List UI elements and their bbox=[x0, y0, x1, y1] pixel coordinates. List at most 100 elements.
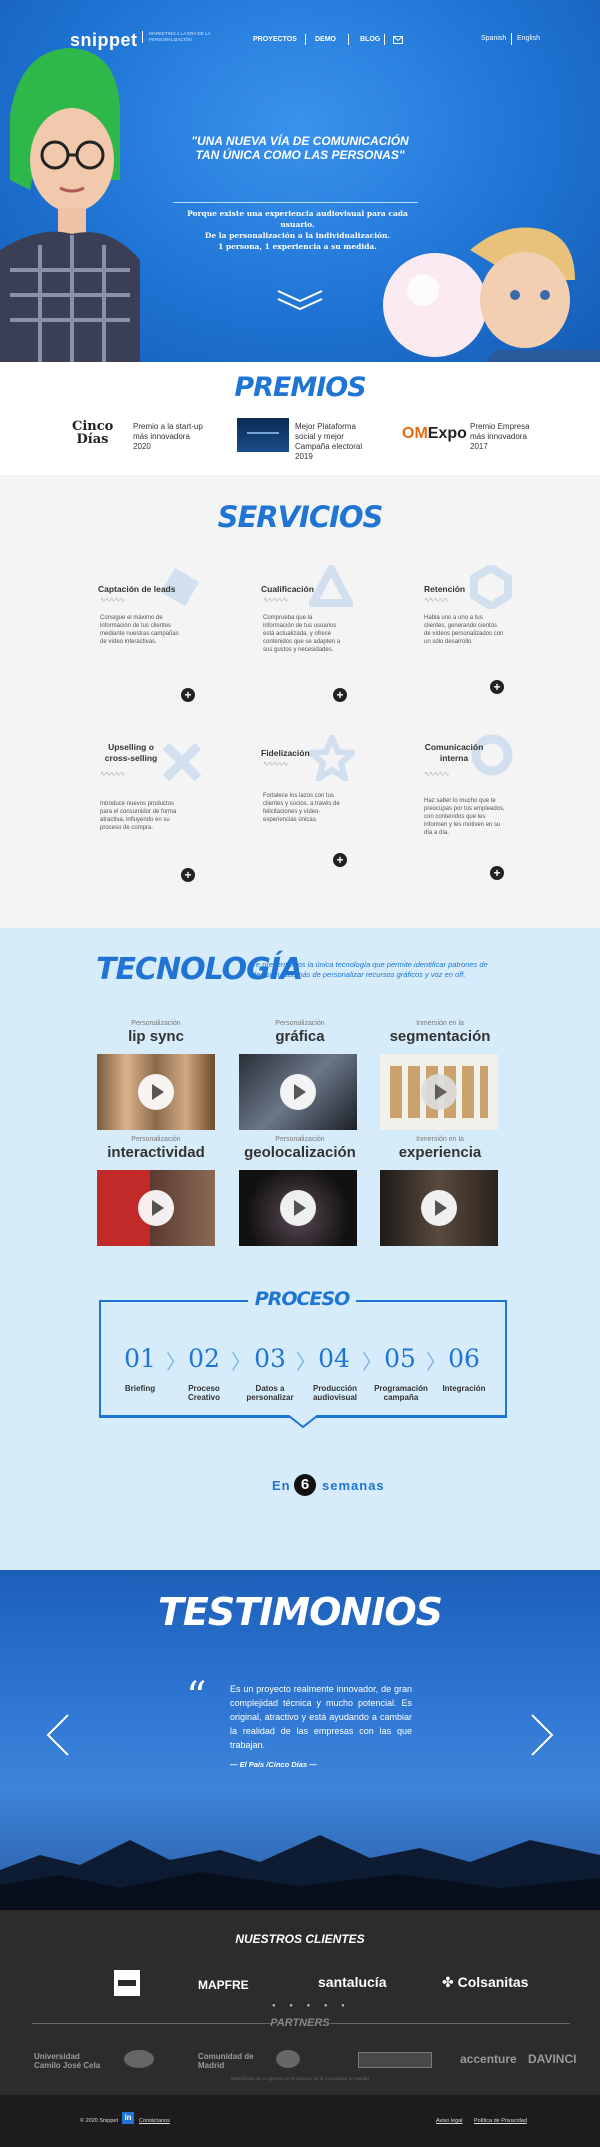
service-title: Upselling o cross-selling bbox=[104, 742, 158, 763]
partners-note: Beneficiario de la Agencia de Innovación… bbox=[231, 2076, 369, 2081]
partner-logo bbox=[124, 2050, 154, 2068]
wave-divider: ∿∿∿∿∿ bbox=[100, 597, 125, 604]
video-thumbnail[interactable] bbox=[380, 1170, 498, 1246]
weeks-suffix: semanas bbox=[322, 1478, 385, 1493]
hero-subtitle: Porque existe una experiencia audiovisua… bbox=[170, 208, 425, 252]
step-label: Briefing bbox=[124, 1384, 156, 1393]
mail-icon[interactable] bbox=[393, 36, 403, 44]
footer-link-legal[interactable]: Aviso legal bbox=[436, 2118, 463, 2124]
video-name: geolocalización bbox=[244, 1144, 356, 1161]
testimonios-title: TESTIMONIOS bbox=[157, 1590, 443, 1634]
plus-icon[interactable]: + bbox=[333, 688, 347, 702]
arrow-left-icon[interactable] bbox=[46, 1713, 70, 1757]
plus-icon[interactable]: + bbox=[490, 680, 504, 694]
video-thumbnail[interactable] bbox=[97, 1054, 215, 1130]
nav-demo[interactable]: DEMO bbox=[315, 36, 336, 43]
plus-icon[interactable]: + bbox=[181, 688, 195, 702]
tecnologia-description: Te presentamos la única tecnología que p… bbox=[252, 960, 488, 979]
proceso-box-pointer bbox=[99, 1415, 507, 1429]
step-number: 03 bbox=[254, 1344, 286, 1373]
hexagon-icon bbox=[470, 565, 512, 609]
client-logo-elcorteingles bbox=[114, 1970, 140, 1996]
weeks-number: 6 bbox=[294, 1474, 316, 1496]
carousel-dots[interactable]: ● ● ● ● ● bbox=[272, 2003, 351, 2009]
service-title: Retención bbox=[424, 584, 466, 594]
arrow-right-icon[interactable] bbox=[530, 1713, 554, 1757]
partners-title: PARTNERS bbox=[270, 2017, 330, 2029]
wave-divider: ∿∿∿∿∿ bbox=[263, 597, 288, 604]
step-label: Integración bbox=[442, 1384, 486, 1393]
play-icon[interactable] bbox=[421, 1190, 457, 1226]
servicios-title: SERVICIOS bbox=[217, 500, 384, 534]
partner-logo-accenture: accenture bbox=[460, 2052, 517, 2066]
award-text: Premio a la start-up más innovadora 2020 bbox=[133, 422, 203, 451]
play-icon[interactable] bbox=[421, 1074, 457, 1110]
partner-logo-comunidad: Comunidad de Madrid bbox=[198, 2052, 254, 2070]
step-label: Proceso Creativo bbox=[187, 1384, 220, 1402]
logo-tagline: MARKETING A LA ERA DE LA PERSONALIZACIÓN bbox=[142, 31, 212, 43]
girl-photo bbox=[0, 48, 140, 362]
nav-proyectos[interactable]: PROYECTOS bbox=[253, 36, 297, 43]
footer-link-privacy[interactable]: Política de Privacidad bbox=[474, 2118, 527, 2124]
video-name: experiencia bbox=[398, 1144, 482, 1161]
video-kicker: Inmersión en la bbox=[416, 1136, 464, 1143]
video-thumbnail[interactable] bbox=[97, 1170, 215, 1246]
video-name: interactividad bbox=[107, 1144, 205, 1161]
play-icon[interactable] bbox=[280, 1190, 316, 1226]
logo[interactable]: snippet bbox=[70, 30, 138, 51]
mountains-silhouette bbox=[0, 1835, 600, 1910]
premios-title: PREMIOS bbox=[234, 372, 366, 403]
video-name: gráfica bbox=[275, 1028, 325, 1045]
plus-icon[interactable]: + bbox=[181, 868, 195, 882]
plus-icon[interactable]: + bbox=[333, 853, 347, 867]
step-label: Datos a personalizar bbox=[246, 1384, 294, 1402]
linkedin-icon[interactable]: in bbox=[122, 2112, 134, 2124]
clientes-title: NUESTROS CLIENTES bbox=[235, 1932, 365, 1946]
award-logo-platform bbox=[237, 418, 289, 452]
proceso-title: PROCESO bbox=[254, 1288, 350, 1310]
play-icon[interactable] bbox=[138, 1074, 174, 1110]
hero-subtitle-line: Porque existe una experiencia audiovisua… bbox=[187, 209, 408, 229]
video-thumbnail[interactable] bbox=[239, 1170, 357, 1246]
service-title: Fidelización bbox=[261, 748, 310, 758]
partner-logo-ucjc: Universidad Camilo José Cela bbox=[34, 2052, 101, 2070]
award-logo-omexpo: OMExpo bbox=[402, 425, 467, 442]
step-label: Producción audiovisual bbox=[312, 1384, 357, 1402]
star-icon bbox=[309, 735, 355, 781]
wave-divider: ∿∿∿∿∿ bbox=[100, 771, 125, 778]
plus-icon[interactable]: + bbox=[490, 866, 504, 880]
award-text: Mejor Plataforma social y mejor Campaña … bbox=[295, 422, 363, 461]
video-thumbnail[interactable] bbox=[239, 1054, 357, 1130]
award-logo-cincodias: Cinco Días bbox=[72, 419, 114, 447]
partner-logo-davinci: DAVINCI bbox=[528, 2052, 577, 2066]
chevron-down-icon[interactable] bbox=[277, 288, 323, 312]
weeks-prefix: En bbox=[272, 1478, 291, 1493]
video-kicker: Personalización bbox=[131, 1020, 181, 1027]
step-number: 05 bbox=[384, 1344, 416, 1373]
service-desc: Fortalece los lazos con tus clientes y s… bbox=[263, 793, 340, 823]
service-title: Cualificación bbox=[261, 584, 314, 594]
quote-mark-icon: “ bbox=[186, 1674, 207, 1720]
cross-icon bbox=[162, 742, 202, 782]
client-logo-santalucia: santalucía bbox=[318, 1974, 387, 1990]
wave-divider: ∿∿∿∿∿ bbox=[424, 597, 449, 604]
lang-english[interactable]: English bbox=[517, 35, 540, 42]
video-thumbnail[interactable] bbox=[380, 1054, 498, 1130]
hero-subtitle-line: 1 persona, 1 experiencia a su medida. bbox=[218, 242, 377, 251]
service-title: Captación de leads bbox=[98, 584, 176, 594]
wave-divider: ∿∿∿∿∿ bbox=[424, 771, 449, 778]
service-desc: Habla uno a uno a tus clientes, generand… bbox=[424, 615, 504, 645]
video-name: segmentación bbox=[389, 1028, 491, 1045]
wave-divider: ∿∿∿∿∿ bbox=[263, 761, 288, 768]
play-icon[interactable] bbox=[280, 1074, 316, 1110]
hero-quote: "UNA NUEVA VÍA DE COMUNICACIÓN TAN ÚNICA… bbox=[191, 134, 409, 162]
testimonial-quote: Es un proyecto realmente innovador, de g… bbox=[230, 1684, 412, 1750]
hero-section: snippet MARKETING A LA ERA DE LA PERSONA… bbox=[0, 0, 600, 362]
hero-subtitle-line: De la personalización a la individualiza… bbox=[204, 231, 391, 240]
play-icon[interactable] bbox=[138, 1190, 174, 1226]
footer-contact-link[interactable]: Contáctanos bbox=[139, 2118, 170, 2124]
nav-blog[interactable]: BLOG bbox=[360, 36, 380, 43]
lang-spanish[interactable]: Spanish bbox=[481, 35, 506, 42]
video-kicker: Personalización bbox=[131, 1136, 181, 1143]
service-desc: Introduce nuevos productos para el consu… bbox=[100, 801, 177, 831]
